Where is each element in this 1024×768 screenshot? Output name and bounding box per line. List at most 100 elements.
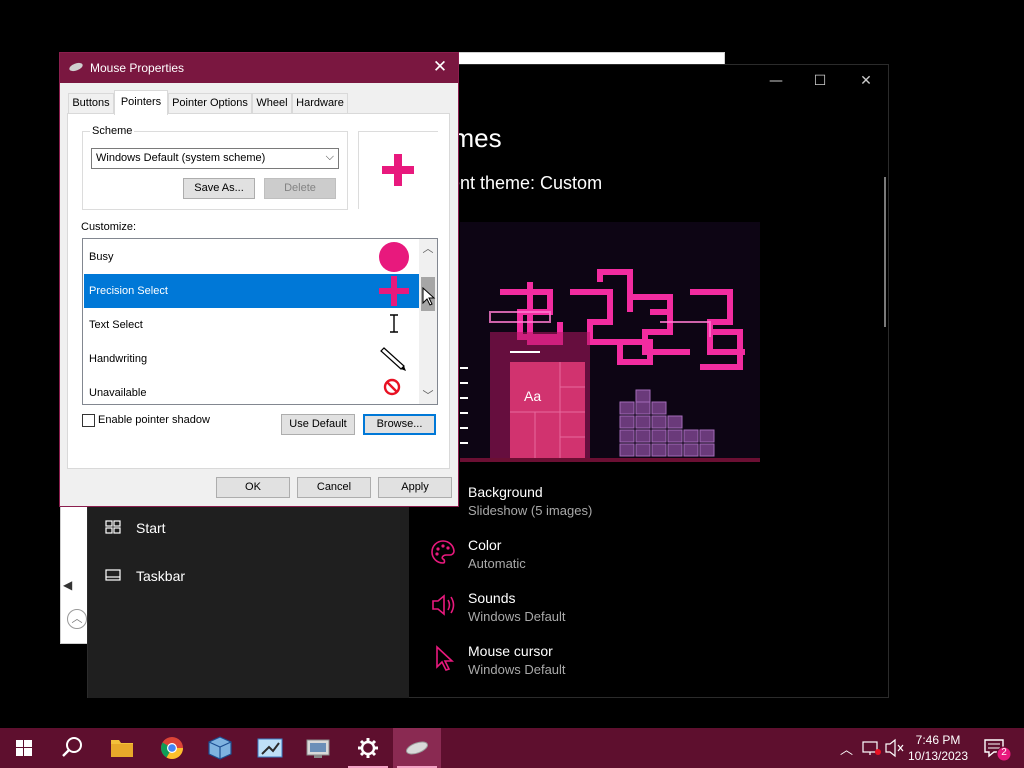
sounds-setting[interactable]: Sounds Windows Default <box>428 590 728 636</box>
current-theme-label: rrent theme: Custom <box>438 173 603 193</box>
start-button[interactable] <box>0 728 48 768</box>
delete-button[interactable]: Delete <box>264 178 336 199</box>
list-item[interactable]: Busy <box>84 240 420 274</box>
scheme-value: Windows Default (system scheme) <box>96 152 266 164</box>
notification-center-button[interactable]: 2 <box>980 728 1016 768</box>
theme-preview-image <box>460 222 760 462</box>
pointer-shadow-label: Enable pointer shadow <box>98 414 210 426</box>
chevron-down-icon[interactable]: ﹀ <box>419 387 437 403</box>
close-button[interactable]: ✕ <box>430 57 450 77</box>
dialog-titlebar[interactable]: Mouse Properties ✕ <box>60 53 458 83</box>
mouse-icon <box>69 62 83 72</box>
tab-buttons[interactable]: Buttons <box>68 93 114 113</box>
use-default-button[interactable]: Use Default <box>281 414 355 435</box>
list-item[interactable]: Handwriting <box>84 342 420 376</box>
snipping-tool-button[interactable] <box>246 728 294 768</box>
ok-button[interactable]: OK <box>216 477 290 498</box>
list-item[interactable]: Unavailable <box>84 376 420 404</box>
pointer-shadow-checkbox[interactable] <box>82 414 95 427</box>
preview-sample-text: Aa <box>524 388 542 404</box>
clock-time: 7:46 PM <box>915 733 961 747</box>
notification-icon <box>984 739 1012 762</box>
file-explorer-icon <box>111 740 133 757</box>
color-setting[interactable]: Color Automatic <box>428 537 728 583</box>
tab-pointer-options[interactable]: Pointer Options <box>168 93 252 113</box>
sidebar-item-label: Taskbar <box>136 568 186 584</box>
color-title: Color <box>468 537 502 553</box>
list-item[interactable]: Text Select <box>84 308 420 342</box>
remote-desktop-button[interactable] <box>294 728 342 768</box>
mouse-cursor-setting[interactable]: Mouse cursor Windows Default <box>428 643 728 689</box>
virtualbox-button[interactable] <box>196 728 244 768</box>
list-item-label: Text Select <box>89 319 143 331</box>
mouse-cursor-title: Mouse cursor <box>468 643 553 659</box>
start-icon <box>16 740 32 756</box>
sidebar-item-start[interactable]: Start <box>88 509 409 549</box>
color-value: Automatic <box>468 556 526 571</box>
tab-hardware[interactable]: Hardware <box>292 93 348 113</box>
taskbar-icon <box>105 569 121 581</box>
sounds-value: Windows Default <box>468 609 566 624</box>
background-value: Slideshow (5 images) <box>468 503 593 518</box>
sounds-title: Sounds <box>468 590 516 606</box>
sidebar: Start Taskbar <box>88 505 409 698</box>
chevron-down-icon: ⌵ <box>325 151 334 163</box>
start-layout-icon <box>105 520 121 534</box>
unavailable-icon <box>383 378 401 396</box>
list-scrollbar[interactable]: ︿ ﹀ <box>419 239 437 404</box>
list-item[interactable]: Precision Select <box>84 274 420 308</box>
save-as-button[interactable]: Save As... <box>183 178 255 199</box>
scrollbar[interactable] <box>884 177 886 327</box>
tab-wheel[interactable]: Wheel <box>252 93 292 113</box>
speaker-icon <box>432 594 455 616</box>
taskbar: ︿ 7:46 PM 10/13/2023 2 <box>0 728 1024 768</box>
maximize-button[interactable]: ☐ <box>800 73 840 93</box>
search-button[interactable] <box>48 728 96 768</box>
volume-muted-icon <box>885 738 904 758</box>
cursor-list[interactable]: Busy Precision Select Text Select Handwr… <box>82 238 438 405</box>
pointers-panel: Scheme Windows Default (system scheme) ⌵… <box>67 113 450 469</box>
mouse-icon <box>406 741 428 755</box>
sidebar-item-label: Start <box>136 520 166 536</box>
background-setting[interactable]: Background Slideshow (5 images) <box>428 484 728 530</box>
file-explorer-button[interactable] <box>98 728 146 768</box>
search-icon <box>62 737 82 757</box>
chevron-up-icon[interactable]: ︿ <box>67 609 87 629</box>
customize-label: Customize: <box>81 221 137 233</box>
chrome-icon <box>161 737 183 759</box>
apply-button[interactable]: Apply <box>378 477 452 498</box>
tab-pointers[interactable]: Pointers <box>114 90 168 115</box>
crosshair-icon <box>382 154 414 186</box>
mouse-properties-button[interactable] <box>393 728 441 768</box>
network-button[interactable] <box>861 728 883 768</box>
cancel-button[interactable]: Cancel <box>297 477 371 498</box>
close-button[interactable]: ✕ <box>846 73 886 93</box>
mouse-cursor-value: Windows Default <box>468 662 566 677</box>
dialog-title: Mouse Properties <box>90 61 185 75</box>
theme-preview: Aa <box>460 222 760 462</box>
scroll-left-icon[interactable]: ◀ <box>63 578 72 592</box>
settings-icon <box>358 738 378 758</box>
chevron-up-icon[interactable]: ︿ <box>419 240 437 256</box>
chrome-button[interactable] <box>148 728 196 768</box>
virtualbox-icon <box>208 736 232 760</box>
notification-count-badge: 2 <box>1001 747 1007 758</box>
cursor-preview <box>358 131 438 209</box>
scheme-dropdown[interactable]: Windows Default (system scheme) ⌵ <box>91 148 339 169</box>
list-item-label: Unavailable <box>89 387 147 399</box>
ibeam-icon <box>390 314 398 333</box>
sidebar-item-taskbar[interactable]: Taskbar <box>88 557 409 597</box>
clock-date: 10/13/2023 <box>907 749 969 763</box>
network-icon <box>862 741 881 755</box>
clock[interactable]: 7:46 PM 10/13/2023 <box>906 728 970 768</box>
show-hidden-icons-button[interactable]: ︿ <box>838 728 856 768</box>
cursor-icon <box>436 645 455 671</box>
mouse-properties-dialog: Mouse Properties ✕ Buttons Pointers Poin… <box>59 52 459 507</box>
volume-button[interactable] <box>884 728 906 768</box>
settings-button[interactable] <box>344 728 392 768</box>
list-item-label: Handwriting <box>89 353 148 365</box>
browse-button[interactable]: Browse... <box>363 414 436 435</box>
minimize-button[interactable]: — <box>756 73 796 93</box>
pen-icon <box>380 347 406 371</box>
snipping-tool-icon <box>257 738 283 758</box>
